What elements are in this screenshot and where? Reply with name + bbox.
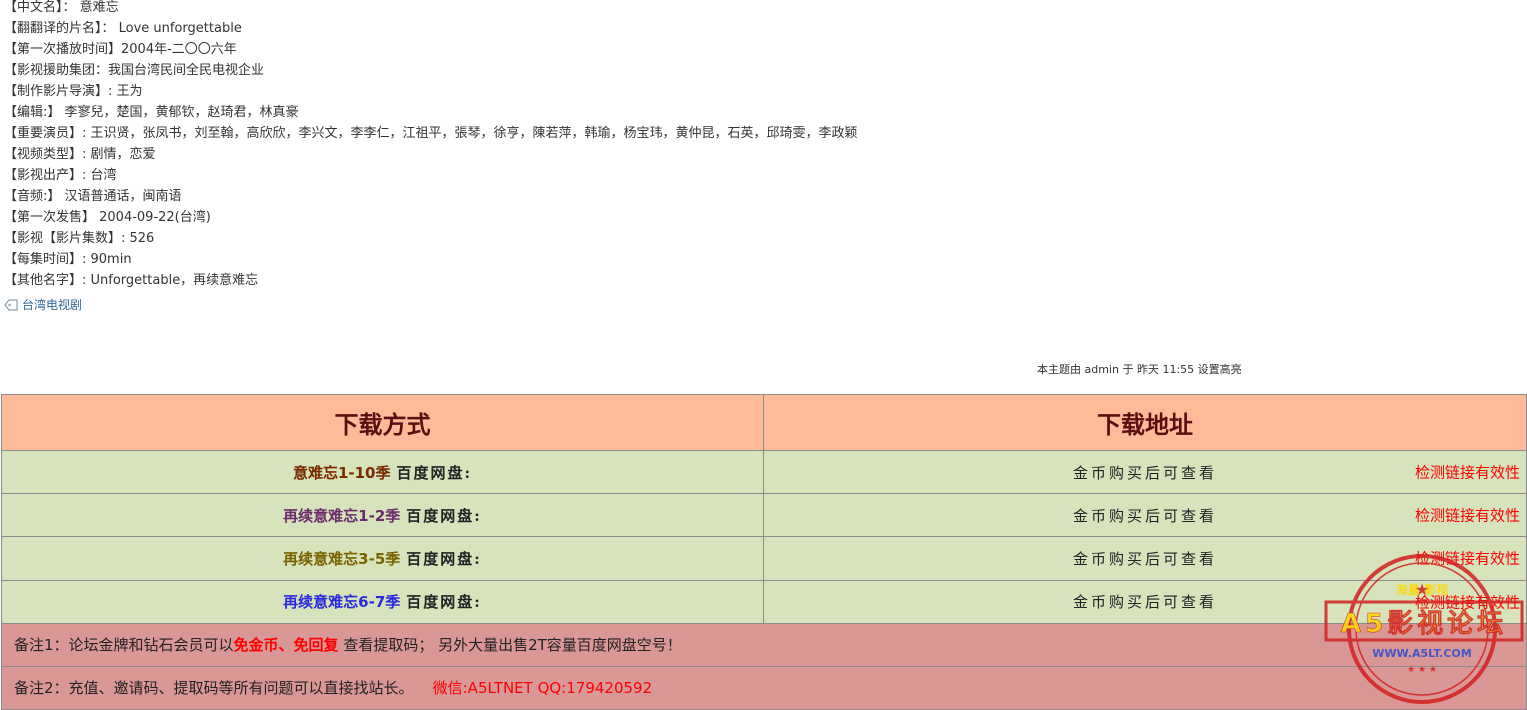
info-production-company: 【影视援助集团：我国台湾民间全民电视企业 (4, 63, 265, 78)
purchase-hint: 金币购买后可查看 (1072, 549, 1217, 568)
info-runtime: 【每集时间】: 90min (4, 252, 132, 267)
download-row: 再续意难忘1-2季 百度网盘: 金币购买后可查看 检测链接有效性 (1, 493, 1527, 538)
disk-label: 百度网盘: (406, 549, 482, 568)
tag-icon (4, 298, 18, 311)
season-name: 再续意难忘3-5季 (283, 549, 401, 568)
info-region: 【影视出产】: 台湾 (4, 168, 117, 183)
note2-prefix: 备注2：充值、邀请码、提取码等所有问题可以直接找站长。 (14, 679, 433, 698)
download-row: 再续意难忘6-7季 百度网盘: 金币购买后可查看 检测链接有效性 (1, 579, 1527, 624)
disk-label: 百度网盘: (406, 593, 482, 612)
info-release-date: 【第一次发售】 2004-09-22(台湾) (4, 210, 211, 225)
disk-label: 百度网盘: (396, 463, 473, 482)
season-name: 意难忘1-10季 (292, 463, 391, 482)
season-name: 再续意难忘1-2季 (283, 506, 401, 525)
download-table-header: 下载方式 下载地址 (1, 393, 1527, 452)
note1-highlight: 免金币、免回复 (233, 636, 339, 655)
movie-info: 【中文名】： 意难忘 【翻翻译的片名】： Love unforgettable … (4, 0, 858, 291)
note1-suffix: 查看提取码； 另外大量出售2T容量百度网盘空号！ (338, 636, 682, 655)
disk-label: 百度网盘: (406, 506, 482, 525)
check-link-button[interactable]: 检测链接有效性 (1415, 591, 1520, 612)
check-link-button[interactable]: 检测链接有效性 (1415, 505, 1520, 526)
info-aka: 【其他名字】: Unforgettable，再续意难忘 (4, 273, 259, 288)
header-download-address: 下载地址 (763, 393, 1527, 452)
download-table: 下载方式 下载地址 意难忘1-10季 百度网盘: 金币购买后可查看 检测链接有效性 … (1, 393, 1527, 710)
check-link-button[interactable]: 检测链接有效性 (1415, 462, 1520, 483)
purchase-hint: 金币购买后可查看 (1072, 506, 1217, 525)
download-row: 再续意难忘3-5季 百度网盘: 金币购买后可查看 检测链接有效性 (1, 536, 1527, 581)
info-chinese-name: 【中文名】： 意难忘 (4, 0, 119, 15)
info-cast: 【重要演员】: 王识贤，张凤书，刘至翰，高欣欣，李兴文，李李仁，江祖平，張琴，徐… (4, 126, 858, 141)
tag-link[interactable]: 台湾电视剧 (22, 296, 82, 313)
header-download-method: 下载方式 (1, 393, 764, 452)
info-director: 【制作影片导演】: 王为 (4, 84, 143, 99)
info-audio: 【音频:】 汉语普通话，闽南语 (4, 189, 182, 204)
note1-prefix: 备注1：论坛金牌和钻石会员可以 (14, 636, 234, 655)
info-translated-name: 【翻翻译的片名】： Love unforgettable (4, 21, 242, 36)
highlight-note: 本主题由 admin 于 昨天 11:55 设置高亮 (1037, 363, 1242, 376)
info-genre: 【视频类型】: 剧情，恋爱 (4, 147, 156, 162)
note2-contact: 微信:A5LTNET QQ:179420592 (432, 679, 653, 698)
note-row-2: 备注2：充值、邀请码、提取码等所有问题可以直接找站长。 微信:A5LTNET Q… (1, 665, 1527, 710)
info-first-air: 【第一次播放时间】2004年-二〇〇六年 (4, 42, 237, 57)
topic-tag[interactable]: 台湾电视剧 (4, 296, 82, 313)
check-link-button[interactable]: 检测链接有效性 (1415, 548, 1520, 569)
note-row-1: 备注1：论坛金牌和钻石会员可以免金币、免回复 查看提取码； 另外大量出售2T容量… (1, 622, 1527, 667)
download-row: 意难忘1-10季 百度网盘: 金币购买后可查看 检测链接有效性 (1, 450, 1527, 495)
info-episodes: 【影视【影片集数】: 526 (4, 231, 155, 246)
purchase-hint: 金币购买后可查看 (1072, 463, 1217, 482)
info-writers: 【编辑:】 李寥兒，楚国，黄郁钦，赵琦君，林真豪 (4, 105, 299, 120)
season-name: 再续意难忘6-7季 (283, 593, 401, 612)
purchase-hint: 金币购买后可查看 (1072, 593, 1217, 612)
